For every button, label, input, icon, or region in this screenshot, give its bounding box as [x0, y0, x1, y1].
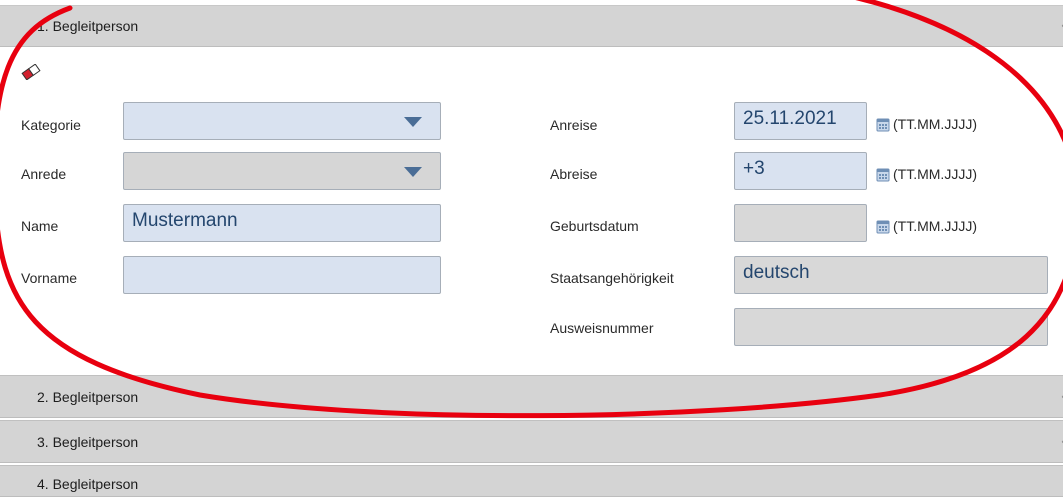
section-title-4: 4. Begleitperson	[37, 476, 139, 492]
section-title-2: 2. Begleitperson	[37, 388, 139, 405]
section-title-3: 3. Begleitperson	[37, 433, 139, 450]
eraser-icon[interactable]	[21, 64, 41, 80]
anreise-label: Anreise	[550, 117, 598, 133]
abreise-label: Abreise	[550, 166, 598, 182]
name-label: Name	[21, 218, 59, 234]
name-input[interactable]: Mustermann	[123, 204, 441, 242]
kategorie-label: Kategorie	[21, 117, 81, 133]
abreise-input[interactable]: +3	[734, 152, 867, 190]
staatsangehoerigkeit-label: Staatsangehörigkeit	[550, 270, 674, 286]
section-header-4[interactable]: 4. Begleitperson	[0, 465, 1063, 497]
geburtsdatum-label: Geburtsdatum	[550, 218, 639, 234]
triangle-down-icon	[404, 117, 422, 127]
section-title-1: 1. Begleitperson	[37, 18, 139, 34]
abreise-format-hint: (TT.MM.JJJJ)	[876, 166, 977, 182]
companion-form: 1. Begleitperson ‹ Kategorie Anrede Name…	[0, 0, 1063, 497]
kategorie-select[interactable]	[123, 102, 441, 140]
anrede-label: Anrede	[21, 166, 67, 182]
geburtsdatum-format-hint: (TT.MM.JJJJ)	[876, 218, 977, 234]
triangle-down-icon	[404, 167, 422, 177]
section-header-3[interactable]: 3. Begleitperson ‹	[0, 420, 1063, 463]
anreise-format-hint: (TT.MM.JJJJ)	[876, 116, 977, 132]
ausweisnummer-input[interactable]	[734, 308, 1048, 346]
geburtsdatum-input[interactable]	[734, 204, 867, 242]
calendar-icon[interactable]	[876, 219, 890, 234]
section-header-1[interactable]: 1. Begleitperson ‹	[0, 5, 1063, 47]
calendar-icon[interactable]	[876, 167, 890, 182]
vorname-input[interactable]	[123, 256, 441, 294]
staatsangehoerigkeit-input[interactable]: deutsch	[734, 256, 1048, 294]
vorname-label: Vorname	[21, 270, 78, 286]
section-header-2[interactable]: 2. Begleitperson ‹	[0, 375, 1063, 418]
anreise-input[interactable]: 25.11.2021	[734, 102, 867, 140]
anrede-select[interactable]	[123, 152, 441, 190]
ausweisnummer-label: Ausweisnummer	[550, 320, 654, 336]
calendar-icon[interactable]	[876, 117, 890, 132]
